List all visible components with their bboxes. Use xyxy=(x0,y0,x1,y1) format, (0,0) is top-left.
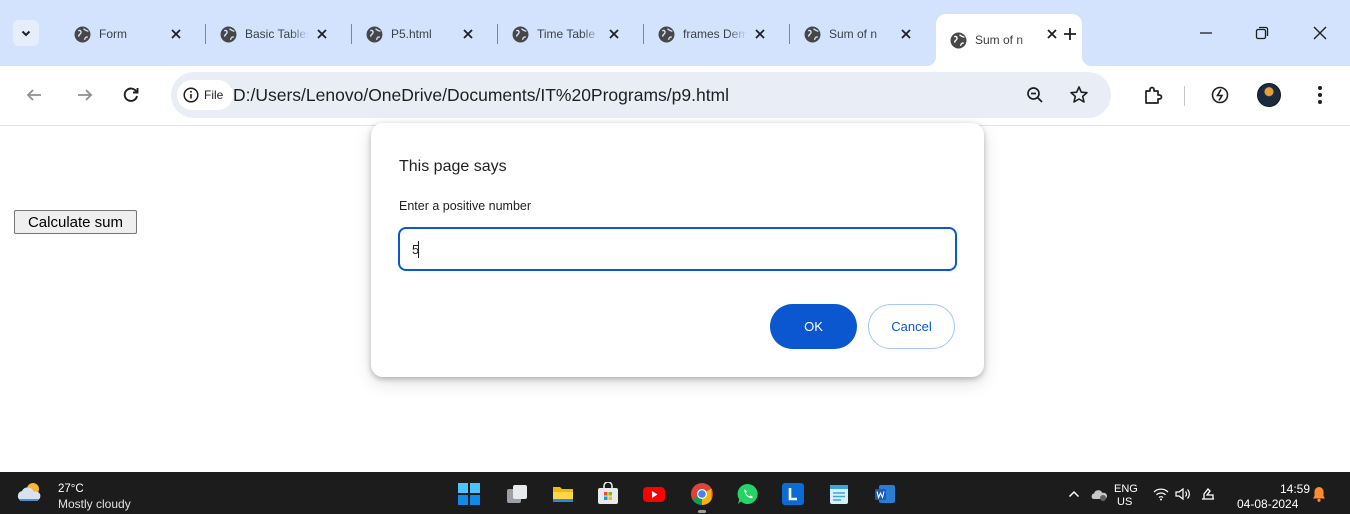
restore-button[interactable] xyxy=(1251,22,1273,44)
battery-charging-icon[interactable] xyxy=(1199,485,1219,503)
more-vert-icon xyxy=(1318,86,1322,104)
site-info-chip[interactable]: File xyxy=(177,80,233,110)
menu-button[interactable] xyxy=(1308,83,1332,107)
star-icon xyxy=(1070,86,1088,103)
cancel-button[interactable]: Cancel xyxy=(868,304,955,349)
chevron-up-icon[interactable] xyxy=(1066,485,1082,503)
close-tab-icon[interactable] xyxy=(606,26,622,42)
windows-start-icon[interactable] xyxy=(456,481,482,507)
active-app-indicator xyxy=(698,510,706,513)
tab-strip: Form Basic Tables P5.html Time Table fra… xyxy=(0,0,1350,66)
clock-date[interactable]: 04-08-2024 xyxy=(1237,497,1298,511)
url-text[interactable]: D:/Users/Lenovo/OneDrive/Documents/IT%20… xyxy=(233,85,729,106)
close-tab-icon[interactable] xyxy=(1044,26,1060,42)
tab-form[interactable]: Form xyxy=(60,14,206,54)
word-icon[interactable] xyxy=(872,481,898,507)
address-bar[interactable]: File D:/Users/Lenovo/OneDrive/Documents/… xyxy=(171,72,1111,118)
prompt-dialog: This page says Enter a positive number O… xyxy=(371,123,984,377)
task-view-icon[interactable] xyxy=(504,481,530,507)
forward-button[interactable] xyxy=(74,84,96,106)
close-tab-icon[interactable] xyxy=(168,26,184,42)
weather-condition: Mostly cloudy xyxy=(58,497,131,511)
globe-icon xyxy=(804,26,821,42)
plus-icon xyxy=(1064,28,1076,40)
onedrive-icon[interactable] xyxy=(1089,485,1109,503)
tab-title: frames Demo xyxy=(683,27,747,41)
dialog-title: This page says xyxy=(399,158,507,175)
zoom-out-icon xyxy=(1027,87,1043,103)
microsoft-store-icon[interactable] xyxy=(595,481,621,507)
tab-title: Form xyxy=(99,27,127,41)
tab-title: Sum of n xyxy=(829,27,878,41)
tab-title: Basic Tables xyxy=(245,27,309,41)
energy-saver-icon xyxy=(1211,86,1229,104)
volume-icon[interactable] xyxy=(1174,485,1192,503)
whatsapp-icon[interactable] xyxy=(735,481,761,507)
globe-icon xyxy=(512,26,529,42)
ok-button[interactable]: OK xyxy=(770,304,857,349)
tab-frames[interactable]: frames Demo xyxy=(644,14,790,54)
browser-toolbar: File D:/Users/Lenovo/OneDrive/Documents/… xyxy=(0,66,1350,126)
language-code[interactable]: ENG xyxy=(1114,483,1138,495)
close-tab-icon[interactable] xyxy=(752,26,768,42)
calculate-sum-button[interactable]: Calculate sum xyxy=(14,210,137,234)
tab-basic-tables[interactable]: Basic Tables xyxy=(206,14,352,54)
chevron-down-icon xyxy=(21,30,31,37)
close-tab-icon[interactable] xyxy=(460,26,476,42)
close-window-button[interactable] xyxy=(1309,22,1331,44)
reload-button[interactable] xyxy=(120,84,142,106)
tab-title: Time Table xyxy=(537,27,596,41)
extensions-button[interactable] xyxy=(1141,83,1165,107)
prompt-input[interactable] xyxy=(398,227,957,271)
weather-cloudy-icon[interactable] xyxy=(14,480,44,504)
globe-icon xyxy=(950,32,967,48)
profile-avatar[interactable] xyxy=(1257,83,1281,107)
tab-list: Form Basic Tables P5.html Time Table fra… xyxy=(60,14,1092,66)
globe-icon xyxy=(74,26,91,42)
arrow-right-icon xyxy=(78,89,93,101)
notification-bell-icon[interactable] xyxy=(1310,485,1328,503)
restore-icon xyxy=(1255,26,1269,40)
site-info-label: File xyxy=(204,88,224,102)
notepad-icon[interactable] xyxy=(826,481,852,507)
new-tab-button[interactable] xyxy=(1060,24,1080,44)
youtube-icon[interactable] xyxy=(641,481,667,507)
taskbar: 27°C Mostly cloudy ENG US 14:59 04-08-20… xyxy=(0,472,1350,514)
puzzle-icon xyxy=(1145,86,1163,104)
l-app-icon[interactable] xyxy=(780,481,806,507)
wifi-icon[interactable] xyxy=(1152,485,1170,503)
tab-p5[interactable]: P5.html xyxy=(352,14,498,54)
zoom-button[interactable] xyxy=(1024,84,1046,106)
dialog-message: Enter a positive number xyxy=(399,199,532,213)
tab-time-table[interactable]: Time Table xyxy=(498,14,644,54)
arrow-left-icon xyxy=(26,89,41,101)
tab-title: P5.html xyxy=(391,27,432,41)
reload-icon xyxy=(123,87,139,102)
language-region[interactable]: US xyxy=(1117,496,1132,508)
tab-title: Sum of n xyxy=(975,33,1024,47)
tab-sum-of-n[interactable]: Sum of n xyxy=(790,14,936,54)
back-button[interactable] xyxy=(23,84,45,106)
weather-temperature: 27°C xyxy=(58,483,84,495)
close-tab-icon[interactable] xyxy=(314,26,330,42)
close-tab-icon[interactable] xyxy=(898,26,914,42)
file-explorer-icon[interactable] xyxy=(550,481,576,507)
text-caret xyxy=(418,241,419,258)
performance-button[interactable] xyxy=(1208,83,1232,107)
info-icon xyxy=(183,87,199,103)
globe-icon xyxy=(366,26,383,42)
chrome-icon[interactable] xyxy=(689,481,715,513)
minimize-icon xyxy=(1200,32,1212,34)
close-icon xyxy=(1313,26,1327,40)
tab-search-button[interactable] xyxy=(13,20,39,46)
bookmark-button[interactable] xyxy=(1068,84,1090,106)
globe-icon xyxy=(658,26,675,42)
minimize-button[interactable] xyxy=(1195,22,1217,44)
toolbar-separator xyxy=(1184,86,1185,106)
globe-icon xyxy=(220,26,237,42)
clock-time[interactable]: 14:59 xyxy=(1268,482,1310,496)
